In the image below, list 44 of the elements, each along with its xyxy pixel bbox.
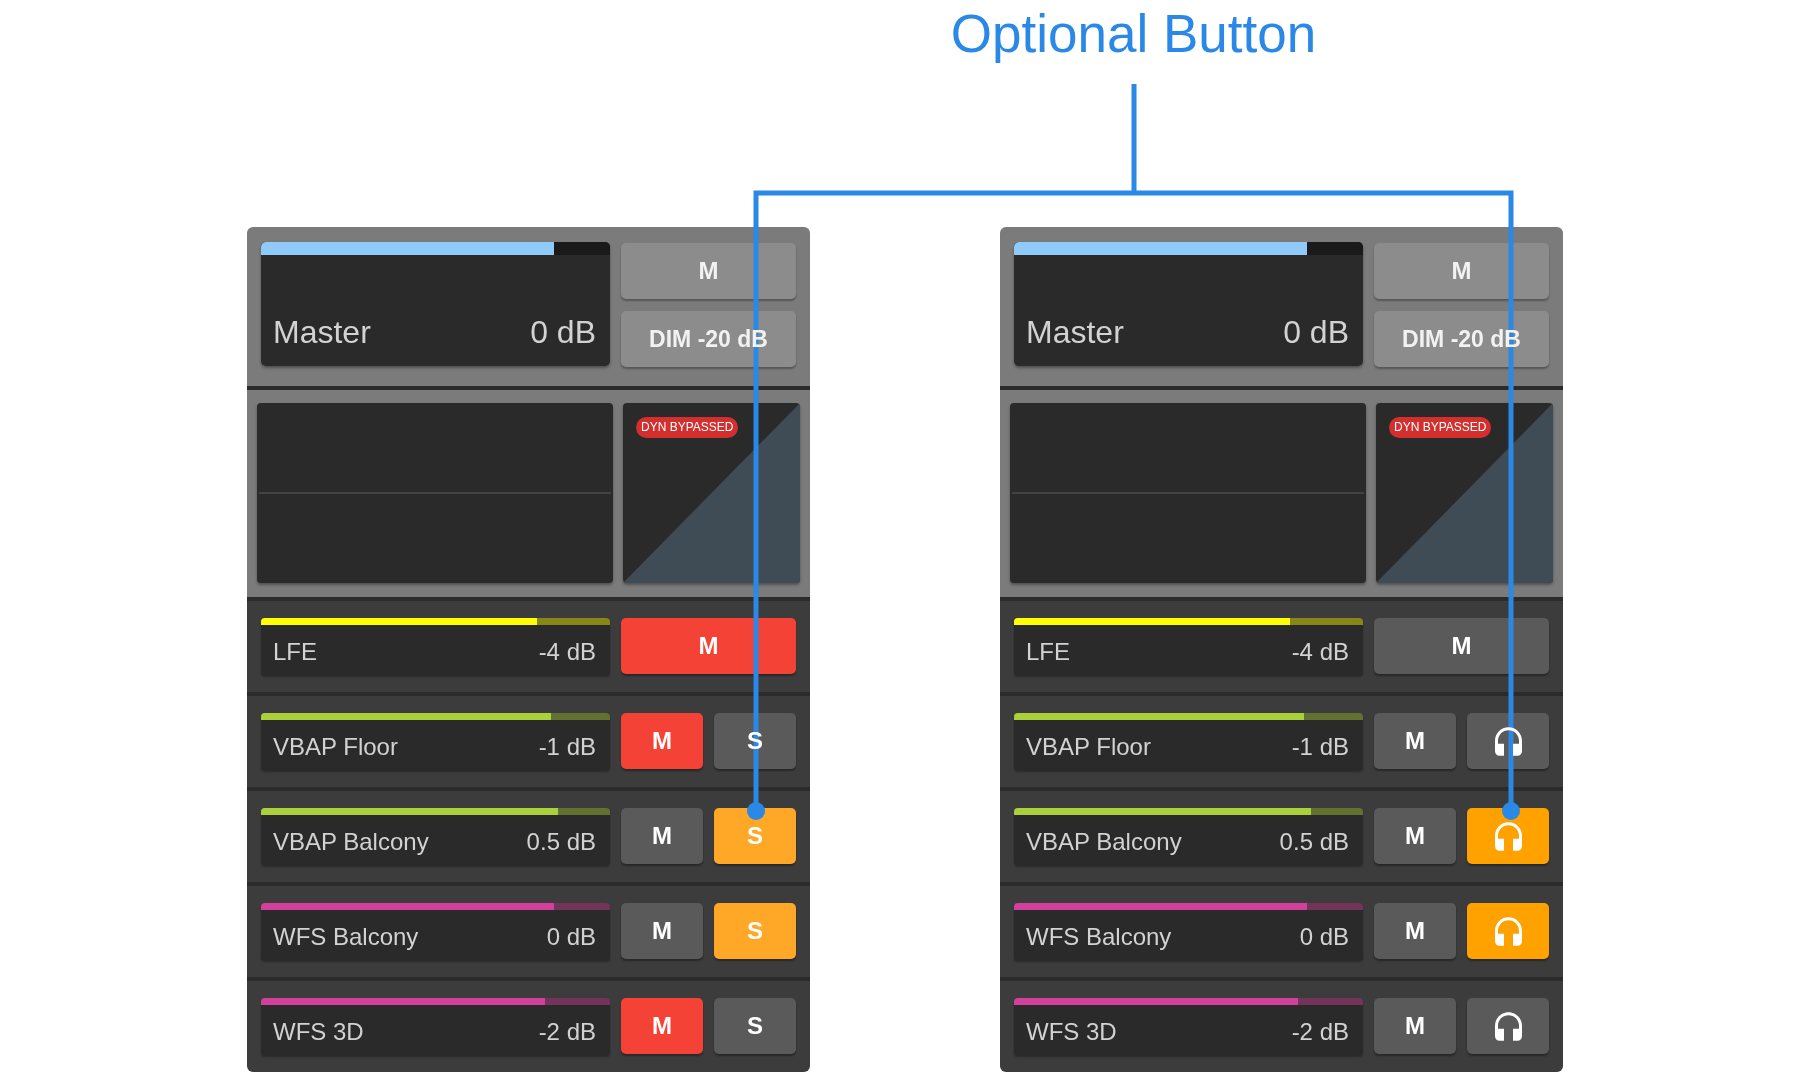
headphones-icon (1494, 1011, 1522, 1041)
headphones-icon (1494, 916, 1522, 946)
channel-name: WFS Balcony (1026, 921, 1172, 952)
gain-reading: 0.5 dB (1279, 826, 1349, 857)
channel-name: VBAP Floor (1026, 731, 1151, 762)
gain-reading: 0 dB (546, 921, 596, 952)
mute-button[interactable]: M (621, 998, 703, 1054)
channel-name: VBAP Balcony (1026, 826, 1182, 857)
gain-reading: 0 dB (1283, 313, 1349, 352)
channel-name: Master (273, 313, 371, 352)
mute-button[interactable]: M (621, 713, 703, 769)
headphones-button[interactable] (1467, 998, 1549, 1054)
mute-button[interactable]: M (621, 808, 703, 864)
gain-reading: -4 dB (538, 636, 596, 667)
gain-reading: -2 dB (1291, 1016, 1349, 1047)
channel-name: LFE (273, 636, 317, 667)
mute-button[interactable]: M (621, 903, 703, 959)
bypass-badge: DYN BYPASSED (636, 417, 739, 438)
channel-name: WFS 3D (273, 1016, 364, 1047)
channel-name: VBAP Floor (273, 731, 398, 762)
gain-reading: -1 dB (1291, 731, 1349, 762)
channel-name: WFS Balcony (273, 921, 419, 952)
mute-button[interactable]: M (1374, 713, 1456, 769)
channel-name: VBAP Balcony (273, 826, 429, 857)
headphones-icon (1494, 726, 1522, 756)
bypass-badge: DYN BYPASSED (1389, 417, 1492, 438)
mute-button[interactable]: M (1374, 903, 1456, 959)
mute-button[interactable]: M (621, 618, 796, 674)
mute-button[interactable]: M (1374, 998, 1456, 1054)
gain-reading: 0 dB (1299, 921, 1349, 952)
headphones-icon (1494, 821, 1522, 851)
gain-reading: -1 dB (538, 731, 596, 762)
gain-reading: -4 dB (1291, 636, 1349, 667)
channel-name: Master (1026, 313, 1124, 352)
solo-button[interactable]: S (714, 998, 796, 1054)
channel-name: LFE (1026, 636, 1070, 667)
channel-name: WFS 3D (1026, 1016, 1117, 1047)
gain-reading: 0.5 dB (526, 826, 596, 857)
mute-button[interactable]: M (1374, 808, 1456, 864)
headphones-button[interactable] (1467, 808, 1549, 864)
headphones-button[interactable] (1467, 713, 1549, 769)
gain-reading: -2 dB (538, 1016, 596, 1047)
mute-button[interactable]: M (1374, 618, 1549, 674)
gain-reading: 0 dB (530, 313, 596, 352)
